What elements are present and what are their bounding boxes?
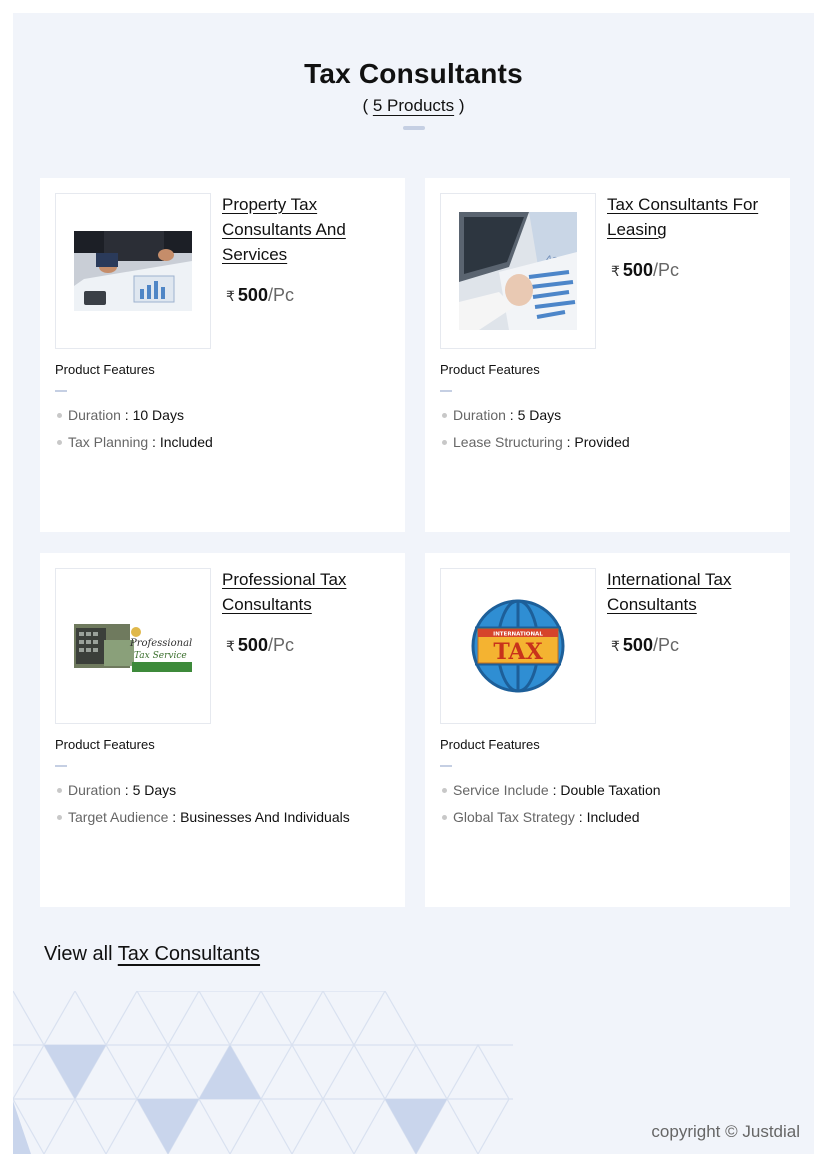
product-card-international-tax: INTERNATIONAL TAX International Tax Cons… — [425, 553, 790, 907]
product-count: ( 5 Products ) — [362, 96, 465, 115]
professional-tax-service-image: Professional Tax Service — [74, 620, 192, 672]
features-label: Product Features — [440, 362, 540, 377]
product-image[interactable]: Professional Tax Service — [55, 568, 211, 724]
features-label: Product Features — [55, 362, 155, 377]
svg-text:Tax Service: Tax Service — [134, 651, 187, 661]
triangle-pattern-decoration — [13, 991, 513, 1154]
feature-item: Service Include : Double Taxation — [440, 781, 661, 808]
features-divider — [440, 765, 452, 767]
feature-item: Target Audience : Businesses And Individ… — [55, 808, 350, 835]
feature-list: Service Include : Double Taxation Global… — [440, 781, 661, 835]
feature-list: Duration : 10 Days Tax Planning : Includ… — [55, 406, 213, 460]
product-price: ₹500/Pc — [611, 260, 679, 280]
view-all: View all Tax Consultants — [44, 943, 261, 965]
page-title: Tax Consultants — [304, 58, 523, 89]
product-image[interactable]: INTERNATIONAL TAX — [440, 568, 596, 724]
svg-text:TAX: TAX — [493, 639, 543, 665]
laptop-chart-image: ACCOU — [459, 212, 577, 330]
feature-item: Duration : 5 Days — [55, 781, 350, 808]
features-label: Product Features — [440, 737, 540, 752]
page-container: Tax Consultants ( 5 Products ) Property … — [13, 13, 814, 1154]
svg-text:Professional: Professional — [129, 638, 192, 649]
product-price: ₹500/Pc — [226, 635, 294, 655]
product-name-link[interactable]: Property Tax Consultants And Services — [222, 192, 392, 267]
product-card-property-tax: Property Tax Consultants And Services ₹5… — [40, 178, 405, 532]
product-name-link[interactable]: Tax Consultants For Leasing — [607, 192, 777, 242]
feature-item: Global Tax Strategy : Included — [440, 808, 661, 835]
copyright-text: copyright © Justdial — [651, 1122, 800, 1141]
svg-text:INTERNATIONAL: INTERNATIONAL — [493, 632, 543, 638]
product-image[interactable] — [55, 193, 211, 349]
page-header: Tax Consultants ( 5 Products ) — [13, 58, 814, 130]
business-meeting-image — [74, 231, 192, 311]
product-card-professional-tax: Professional Tax Service Professional Ta… — [40, 553, 405, 907]
feature-list: Duration : 5 Days Lease Structuring : Pr… — [440, 406, 630, 460]
feature-item: Duration : 5 Days — [440, 406, 630, 433]
product-price: ₹500/Pc — [611, 635, 679, 655]
product-count-link[interactable]: 5 Products — [373, 96, 454, 115]
product-image[interactable]: ACCOU — [440, 193, 596, 349]
feature-item: Tax Planning : Included — [55, 433, 213, 460]
features-divider — [55, 390, 67, 392]
globe-tax-icon: INTERNATIONAL TAX — [471, 599, 565, 693]
feature-list: Duration : 5 Days Target Audience : Busi… — [55, 781, 350, 835]
feature-item: Lease Structuring : Provided — [440, 433, 630, 460]
product-card-leasing: ACCOU Tax Consultants For Leasing ₹500/P… — [425, 178, 790, 532]
view-all-link[interactable]: Tax Consultants — [118, 943, 260, 965]
features-divider — [440, 390, 452, 392]
product-name-link[interactable]: International Tax Consultants — [607, 567, 777, 617]
feature-item: Duration : 10 Days — [55, 406, 213, 433]
title-divider — [402, 126, 425, 130]
product-price: ₹500/Pc — [226, 285, 294, 305]
product-name-link[interactable]: Professional Tax Consultants — [222, 567, 392, 617]
features-label: Product Features — [55, 737, 155, 752]
features-divider — [55, 765, 67, 767]
